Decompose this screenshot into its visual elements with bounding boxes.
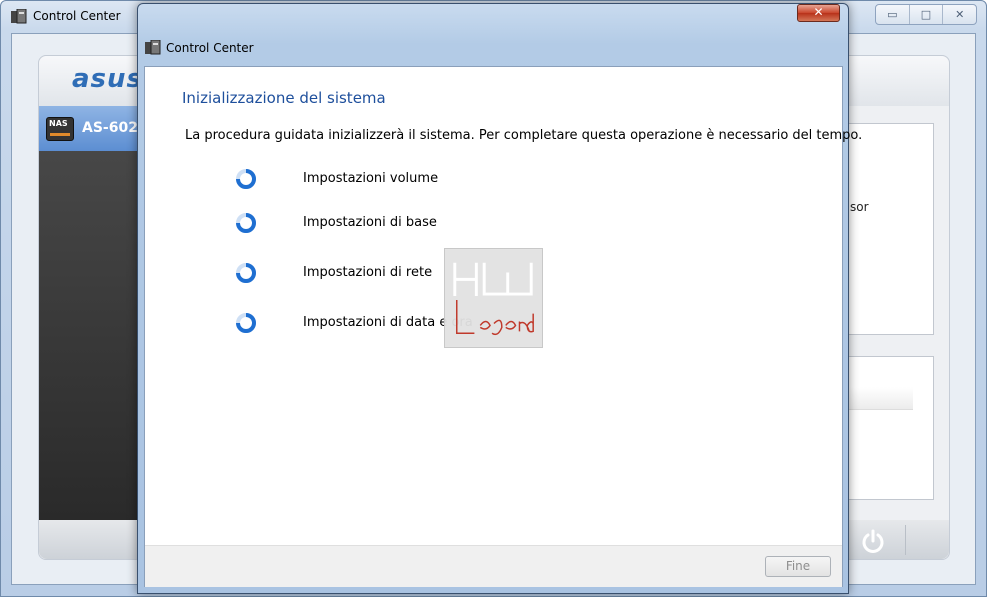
info-panel-text: sor <box>850 200 869 214</box>
loading-spinner-icon <box>236 213 256 233</box>
main-window-controls: ▭ □ ✕ <box>875 4 977 25</box>
status-bar-row <box>849 387 913 410</box>
loading-spinner-icon <box>236 169 256 189</box>
nas-device-icon: NAS <box>46 117 74 141</box>
loading-spinner-icon <box>236 263 256 283</box>
main-window-title: Control Center <box>33 9 121 23</box>
control-center-app-icon <box>11 9 27 24</box>
maximize-button[interactable]: □ <box>910 5 944 24</box>
step-label-volume: Impostazioni volume <box>303 171 439 186</box>
sidebar-footer <box>39 520 139 559</box>
minimize-button[interactable]: ▭ <box>876 5 910 24</box>
device-sidebar <box>39 106 139 520</box>
finish-button[interactable]: Fine <box>765 556 831 577</box>
dialog-footer <box>145 545 842 587</box>
dialog-title: Control Center <box>166 41 254 55</box>
watermark-logo <box>444 248 543 348</box>
intro-text: La procedura guidata inizializzerà il si… <box>185 128 863 143</box>
toolbar-divider <box>905 525 906 555</box>
step-label-network: Impostazioni di rete <box>303 265 433 280</box>
page-title: Inizializzazione del sistema <box>182 89 386 107</box>
status-panel <box>849 356 934 500</box>
info-panel <box>849 123 934 335</box>
asus-logo: asus <box>72 64 144 94</box>
step-label-base: Impostazioni di base <box>303 215 437 230</box>
dialog-close-button[interactable]: ✕ <box>797 4 840 22</box>
nas-badge: NAS <box>49 119 68 128</box>
power-icon[interactable] <box>858 526 888 556</box>
dialog-app-icon <box>145 40 161 55</box>
close-button[interactable]: ✕ <box>943 5 976 24</box>
loading-spinner-icon <box>236 313 256 333</box>
